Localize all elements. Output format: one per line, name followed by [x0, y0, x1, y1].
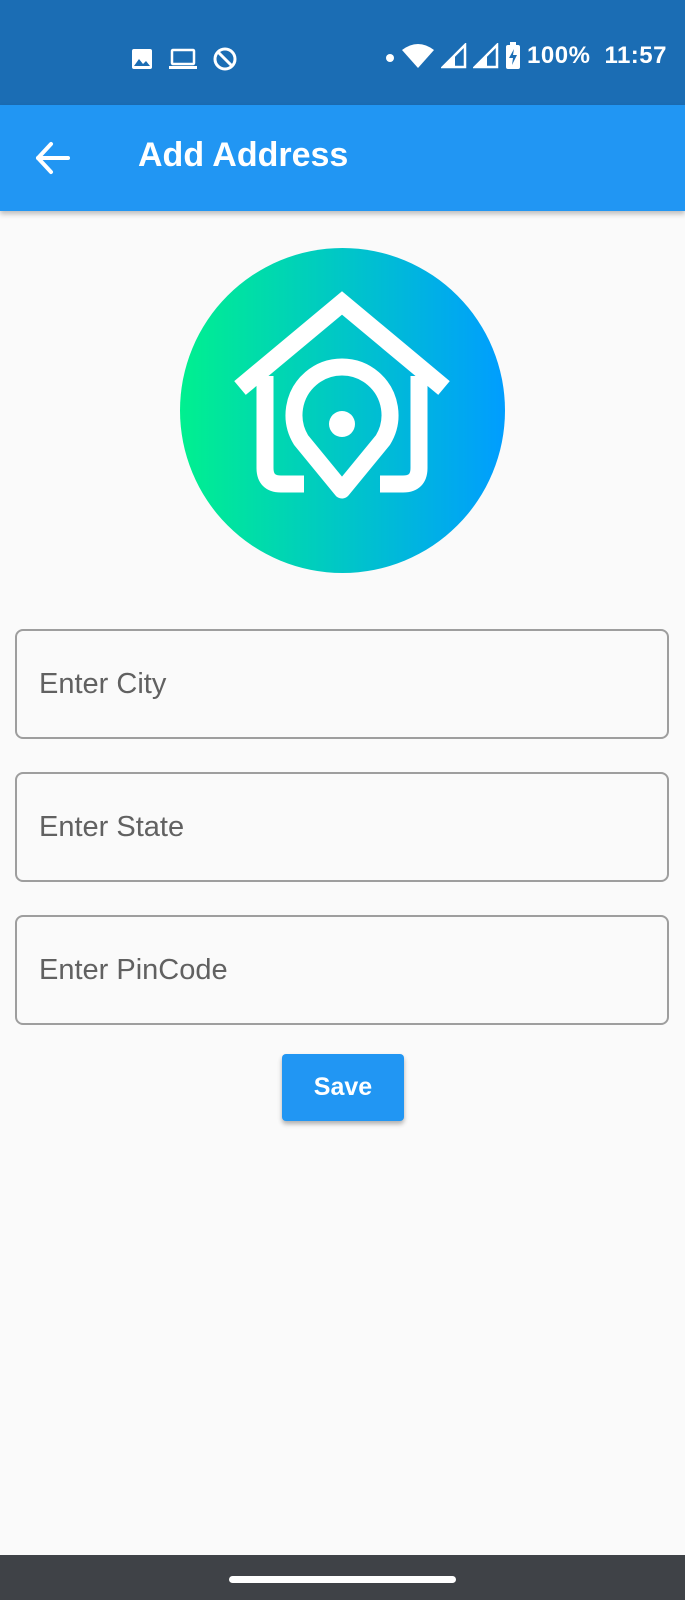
- state-field[interactable]: [15, 772, 669, 882]
- city-field[interactable]: [15, 629, 669, 739]
- battery-charging-icon: [506, 42, 521, 69]
- back-button[interactable]: [28, 133, 78, 183]
- image-icon: [132, 49, 152, 69]
- data-saver-icon: [213, 47, 237, 71]
- status-bar: 100% 11:57: [0, 0, 685, 105]
- pincode-field[interactable]: [15, 915, 669, 1025]
- city-input[interactable]: [17, 631, 667, 737]
- save-button[interactable]: Save: [282, 1054, 404, 1121]
- battery-percentage: 100%: [527, 42, 591, 69]
- home-gesture-handle[interactable]: [229, 1576, 456, 1583]
- state-input[interactable]: [17, 774, 667, 880]
- app-bar: Add Address: [0, 105, 685, 211]
- laptop-icon: [169, 48, 197, 69]
- pincode-input[interactable]: [17, 917, 667, 1023]
- clock: 11:57: [604, 42, 667, 69]
- page-title: Add Address: [138, 136, 349, 174]
- status-notification-icons: [130, 46, 238, 72]
- dot-icon: [386, 54, 395, 62]
- system-navigation-bar: [0, 1555, 685, 1600]
- home-location-icon: [180, 248, 505, 573]
- arrow-back-icon: [36, 142, 70, 174]
- signal-icon: [441, 43, 467, 69]
- signal-icon: [473, 43, 499, 69]
- wifi-icon: [402, 44, 435, 68]
- address-logo: [180, 248, 505, 573]
- status-system-icons: 100% 11:57: [385, 42, 667, 70]
